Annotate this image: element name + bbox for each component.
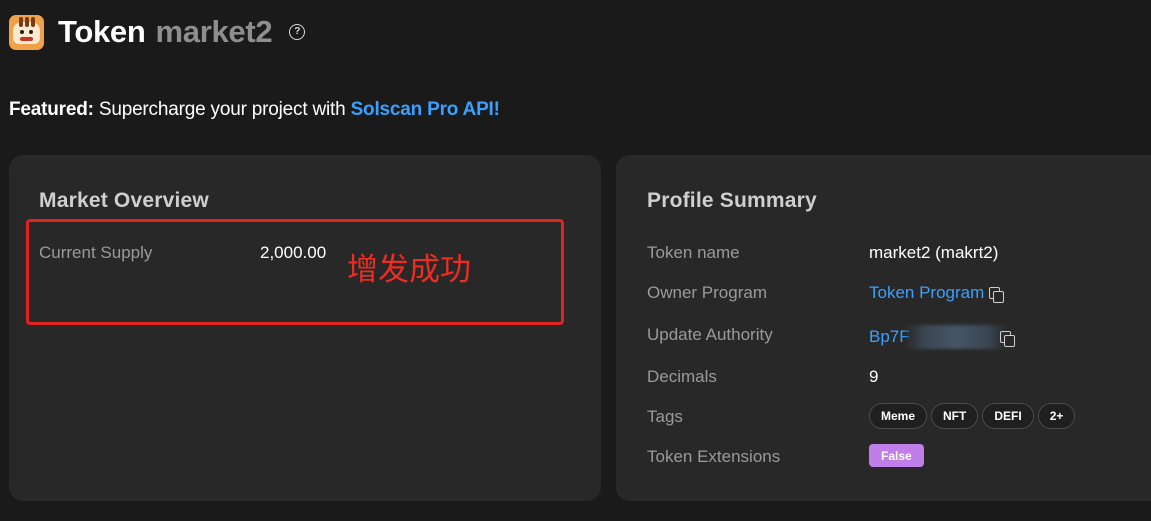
- tag-nft[interactable]: NFT: [931, 403, 979, 429]
- copy-icon[interactable]: [989, 286, 1005, 303]
- help-icon[interactable]: ?: [289, 24, 306, 40]
- update-authority-label: Update Authority: [647, 325, 773, 344]
- profile-summary-card: Profile Summary Token name market2 (makr…: [616, 155, 1151, 501]
- tag-more[interactable]: 2+: [1037, 403, 1076, 429]
- tag-defi[interactable]: DEFI: [982, 403, 1034, 429]
- decimals-value: 9: [869, 367, 879, 386]
- tags-list: Meme NFT DEFI 2+: [869, 403, 1076, 429]
- redacted-address: [903, 325, 1008, 349]
- copy-icon[interactable]: [999, 330, 1016, 347]
- annotation-box: [26, 219, 564, 325]
- update-authority-row: Update Authority Bp7F: [647, 325, 1151, 349]
- token-name-row: Token name market2 (makrt2): [647, 243, 1151, 267]
- page-title: Token market2: [58, 14, 273, 50]
- title-token-name: market2: [155, 14, 273, 49]
- token-name-label: Token name: [647, 243, 740, 262]
- market-overview-card: Market Overview Current Supply 2,000.00 …: [9, 155, 601, 501]
- profile-summary-title: Profile Summary: [647, 189, 817, 212]
- token-extensions-row: Token Extensions False: [647, 444, 1151, 471]
- update-authority-value: Bp7F: [869, 325, 1016, 349]
- token-name-value: market2 (makrt2): [869, 243, 999, 262]
- title-token-word: Token: [58, 14, 146, 49]
- decimals-label: Decimals: [647, 367, 717, 386]
- tag-meme[interactable]: Meme: [869, 403, 928, 429]
- page-header: Token market2 ?: [9, 12, 306, 52]
- tiger-logo-icon: [9, 14, 44, 50]
- tags-row: Tags Meme NFT DEFI 2+: [647, 403, 1151, 431]
- owner-program-value: Token Program: [869, 283, 1005, 303]
- featured-text: Supercharge your project with: [93, 99, 351, 120]
- token-extensions-badge: False: [869, 444, 924, 467]
- owner-program-label: Owner Program: [647, 283, 767, 302]
- featured-banner: Featured: Supercharge your project with …: [9, 99, 500, 121]
- annotation-text: 增发成功: [347, 252, 471, 288]
- owner-program-row: Owner Program Token Program: [647, 283, 1151, 307]
- solscan-pro-api-link[interactable]: Solscan Pro API!: [351, 99, 500, 120]
- owner-program-link[interactable]: Token Program: [869, 283, 984, 303]
- market-overview-title: Market Overview: [39, 189, 209, 212]
- featured-label: Featured:: [9, 99, 94, 120]
- tags-label: Tags: [647, 407, 683, 426]
- token-extensions-label: Token Extensions: [647, 447, 781, 466]
- decimals-row: Decimals 9: [647, 367, 1151, 391]
